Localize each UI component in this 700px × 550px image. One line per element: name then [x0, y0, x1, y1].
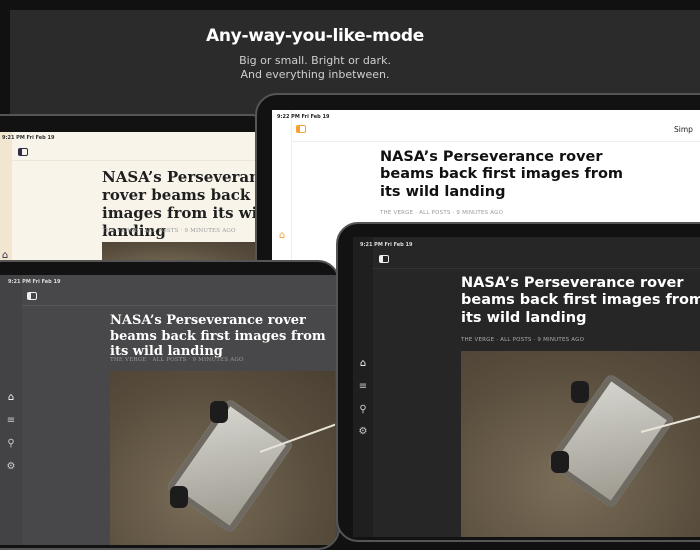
toolbar-right-label[interactable]: Simp [674, 125, 693, 134]
sidebar-toggle-icon[interactable] [296, 125, 306, 133]
list-icon[interactable]: ≡ [356, 381, 370, 392]
hero-subtitle: Big or small. Bright or dark. And everyth… [239, 54, 391, 81]
sidebar-toggle-icon[interactable] [379, 255, 389, 263]
sidebar-toggle-icon[interactable] [27, 292, 37, 300]
article-image[interactable] [110, 371, 335, 545]
article-headline[interactable]: NASA’s Perseverance rover beams back fir… [461, 275, 700, 327]
divider [22, 305, 338, 306]
wheel [170, 486, 188, 508]
article-meta: THE VERGE · ALL POSTS · 9 MINUTES AGO [461, 337, 585, 343]
wheel [551, 451, 569, 473]
tablet-gray: 9:21 PM Fri Feb 19 NASA’s Perseverance r… [0, 260, 340, 550]
article-meta: THE VERGE · ALL POSTS · 9 MINUTES AGO [110, 357, 244, 363]
divider [373, 268, 700, 269]
list-icon[interactable]: ≡ [4, 415, 18, 426]
hero-title: Any-way-you-like-mode [206, 26, 424, 46]
home-icon[interactable]: ⌂ [356, 358, 370, 369]
status-bar: 9:21 PM Fri Feb 19 [360, 242, 413, 248]
sidebar [0, 275, 22, 545]
wheel [571, 381, 589, 403]
wheel [210, 401, 228, 423]
gear-icon[interactable]: ⚙ [356, 426, 370, 437]
hero: Any-way-you-like-mode Big or small. Brig… [0, 26, 630, 82]
screen-gray: 9:21 PM Fri Feb 19 NASA’s Perseverance r… [0, 275, 338, 545]
status-bar: 9:21 PM Fri Feb 19 [8, 279, 61, 285]
status-bar: 9:21 PM Fri Feb 19 [2, 135, 55, 141]
tablet-sepia: 9:21 PM Fri Feb 19 NASA’s Perseverance r… [0, 114, 265, 284]
search-icon[interactable]: ⚲ [356, 404, 370, 415]
article-meta: THE VERGE · ALL POSTS · 9 MINUTES AGO [102, 228, 236, 234]
gear-icon[interactable]: ⚙ [4, 461, 18, 472]
screen-dark: 9:21 PM Fri Feb 19 NASA’s Perseverance r… [353, 237, 700, 537]
article-meta: THE VERGE · ALL POSTS · 9 MINUTES AGO [380, 210, 504, 216]
home-icon[interactable]: ⌂ [275, 230, 289, 241]
rover-shape [546, 373, 676, 509]
divider [12, 160, 262, 161]
home-icon[interactable]: ⌂ [4, 392, 18, 403]
article-image[interactable] [461, 351, 700, 537]
tablet-dark: 9:21 PM Fri Feb 19 NASA’s Perseverance r… [336, 222, 700, 542]
rover-shape [165, 398, 295, 534]
divider [292, 141, 700, 142]
status-bar: 9:22 PM Fri Feb 19 [277, 114, 330, 120]
article-headline[interactable]: NASA’s Perseverance rover beams back fir… [110, 313, 338, 360]
sidebar-toggle-icon[interactable] [18, 148, 28, 156]
search-icon[interactable]: ⚲ [4, 438, 18, 449]
article-headline[interactable]: NASA’s Perseverance rover beams back fir… [380, 149, 640, 201]
